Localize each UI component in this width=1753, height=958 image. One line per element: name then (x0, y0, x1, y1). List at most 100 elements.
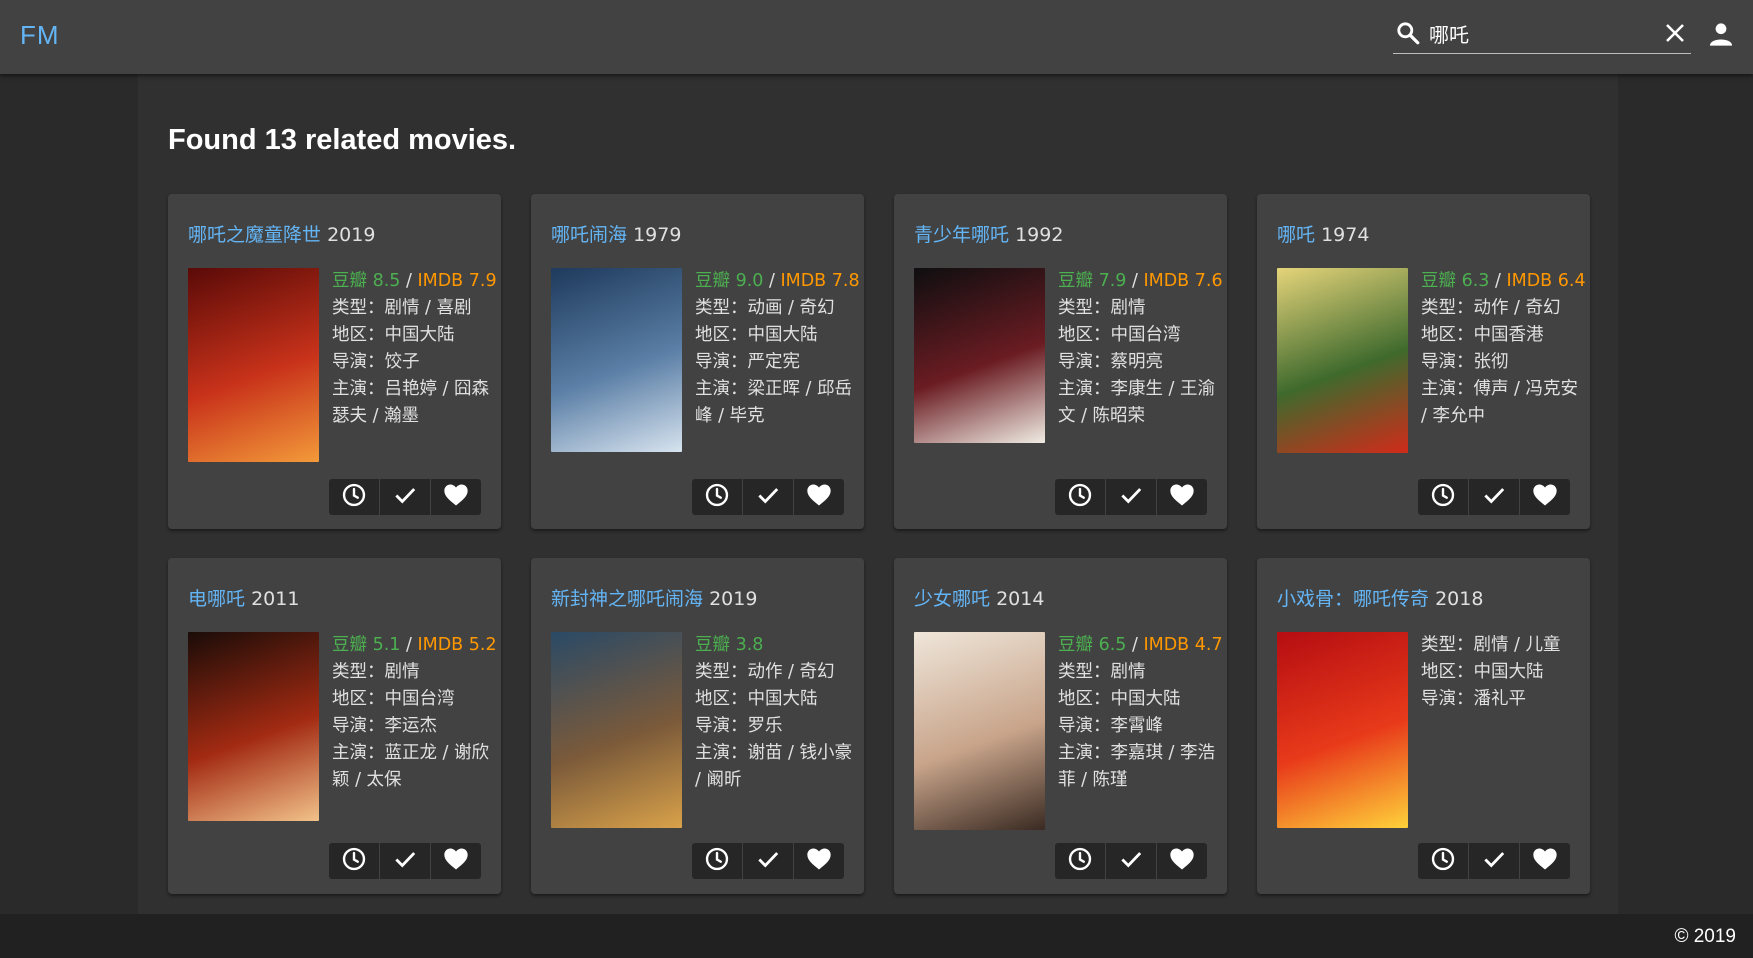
watch-later-button[interactable] (692, 479, 742, 515)
movie-title-line: 青少年哪吒 1992 (914, 220, 1214, 247)
check-icon (1481, 482, 1507, 513)
movie-title-link[interactable]: 小戏骨：哪吒传奇 (1277, 588, 1429, 610)
movie-cast: 主演：梁正晖 / 邱岳峰 / 毕克 (695, 379, 853, 426)
movie-genre: 类型：剧情 / 儿童 (1421, 635, 1561, 655)
mark-watched-button[interactable] (379, 843, 430, 879)
search-icon (1397, 22, 1420, 45)
imdb-rating: IMDB 4.7 (1143, 635, 1223, 655)
heart-icon (805, 845, 833, 878)
heart-icon (1168, 481, 1196, 514)
movie-poster[interactable] (914, 268, 1045, 443)
movie-poster[interactable] (551, 268, 682, 452)
watch-later-button[interactable] (1418, 479, 1468, 515)
movie-title-link[interactable]: 哪吒闹海 (551, 224, 627, 246)
movie-title-link[interactable]: 哪吒 (1277, 224, 1315, 246)
watch-later-button[interactable] (1418, 843, 1468, 879)
favorite-button[interactable] (1156, 479, 1207, 515)
check-icon (392, 482, 418, 513)
rating-separator: / (1126, 635, 1144, 655)
search-input[interactable] (1429, 18, 1639, 48)
movie-director: 导演：饺子 (332, 352, 420, 372)
movie-region: 地区：中国大陆 (1421, 662, 1544, 682)
favorite-button[interactable] (1519, 843, 1570, 879)
favorite-button[interactable] (430, 843, 481, 879)
clock-icon (1067, 846, 1093, 877)
mark-watched-button[interactable] (1105, 843, 1156, 879)
check-icon (1118, 482, 1144, 513)
movie-region: 地区：中国大陆 (1058, 689, 1181, 709)
favorite-button[interactable] (793, 843, 844, 879)
mark-watched-button[interactable] (742, 479, 793, 515)
watch-later-button[interactable] (329, 843, 379, 879)
app-logo[interactable]: FM (20, 20, 60, 51)
mark-watched-button[interactable] (1468, 843, 1519, 879)
movie-actions (329, 479, 481, 515)
favorite-button[interactable] (793, 479, 844, 515)
movie-info: 豆瓣 5.1 / IMDB 5.2 类型：剧情 地区：中国台湾 导演：李运杰 主演：蓝正… (332, 632, 497, 794)
movie-director: 导演：罗乐 (695, 716, 783, 736)
movie-title-link[interactable]: 哪吒之魔童降世 (188, 224, 321, 246)
movie-poster[interactable] (1277, 632, 1408, 828)
movie-region: 地区：中国台湾 (1058, 325, 1181, 345)
clock-icon (1430, 846, 1456, 877)
movie-title-line: 电哪吒 2011 (188, 584, 488, 611)
movie-title-link[interactable]: 电哪吒 (188, 588, 245, 610)
movie-actions (1418, 843, 1570, 879)
close-icon[interactable] (1663, 21, 1687, 45)
favorite-button[interactable] (1519, 479, 1570, 515)
movie-poster[interactable] (914, 632, 1045, 830)
mark-watched-button[interactable] (742, 843, 793, 879)
movie-poster[interactable] (188, 632, 319, 821)
movie-title-link[interactable]: 新封神之哪吒闹海 (551, 588, 703, 610)
movie-card: 电哪吒 2011 豆瓣 5.1 / IMDB 5.2 类型：剧情 地区：中国台湾 导演：… (168, 558, 501, 894)
check-icon (755, 482, 781, 513)
footer: © 2019 (0, 914, 1753, 958)
movie-title-link[interactable]: 少女哪吒 (914, 588, 990, 610)
favorite-button[interactable] (430, 479, 481, 515)
movie-actions (1418, 479, 1570, 515)
movie-director: 导演：蔡明亮 (1058, 352, 1163, 372)
rating-separator: / (400, 271, 418, 291)
movie-poster[interactable] (1277, 268, 1408, 453)
check-icon (1118, 846, 1144, 877)
movie-poster[interactable] (551, 632, 682, 828)
heart-icon (442, 481, 470, 514)
movie-genre: 类型：剧情 / 喜剧 (332, 298, 472, 318)
movie-card: 哪吒闹海 1979 豆瓣 9.0 / IMDB 7.8 类型：动画 / 奇幻 地区：中… (531, 194, 864, 529)
douban-rating: 豆瓣 6.3 (1421, 271, 1490, 291)
favorite-button[interactable] (1156, 843, 1207, 879)
movie-year: 2011 (251, 588, 300, 610)
movie-title-link[interactable]: 青少年哪吒 (914, 224, 1009, 246)
movie-year: 1974 (1321, 224, 1370, 246)
clock-icon (341, 846, 367, 877)
heart-icon (442, 845, 470, 878)
mark-watched-button[interactable] (379, 479, 430, 515)
watch-later-button[interactable] (1055, 479, 1105, 515)
clock-icon (1067, 482, 1093, 513)
imdb-rating: IMDB 7.8 (780, 271, 860, 291)
mark-watched-button[interactable] (1468, 479, 1519, 515)
watch-later-button[interactable] (692, 843, 742, 879)
movie-region: 地区：中国台湾 (332, 689, 455, 709)
movie-info: 豆瓣 3.8 类型：动作 / 奇幻 地区：中国大陆 导演：罗乐 主演：谢苗 / 钱小豪 … (695, 632, 859, 794)
movie-title-line: 少女哪吒 2014 (914, 584, 1214, 611)
movie-year: 2014 (996, 588, 1045, 610)
app-bar: FM (0, 0, 1753, 74)
movie-card: 青少年哪吒 1992 豆瓣 7.9 / IMDB 7.6 类型：剧情 地区：中国台湾导… (894, 194, 1227, 529)
movie-actions (1055, 843, 1207, 879)
imdb-rating: IMDB 5.2 (417, 635, 497, 655)
douban-rating: 豆瓣 7.9 (1058, 271, 1127, 291)
movie-ratings: 豆瓣 6.3 / IMDB 6.4 (1421, 268, 1586, 295)
douban-rating: 豆瓣 8.5 (332, 271, 401, 291)
clock-icon (704, 482, 730, 513)
watch-later-button[interactable] (1055, 843, 1105, 879)
results-heading: Found 13 related movies. (168, 124, 517, 156)
heart-icon (1531, 481, 1559, 514)
movie-poster[interactable] (188, 268, 319, 462)
rating-separator: / (763, 271, 781, 291)
movie-year: 1992 (1015, 224, 1064, 246)
account-icon[interactable] (1707, 20, 1735, 48)
watch-later-button[interactable] (329, 479, 379, 515)
mark-watched-button[interactable] (1105, 479, 1156, 515)
douban-rating: 豆瓣 5.1 (332, 635, 401, 655)
